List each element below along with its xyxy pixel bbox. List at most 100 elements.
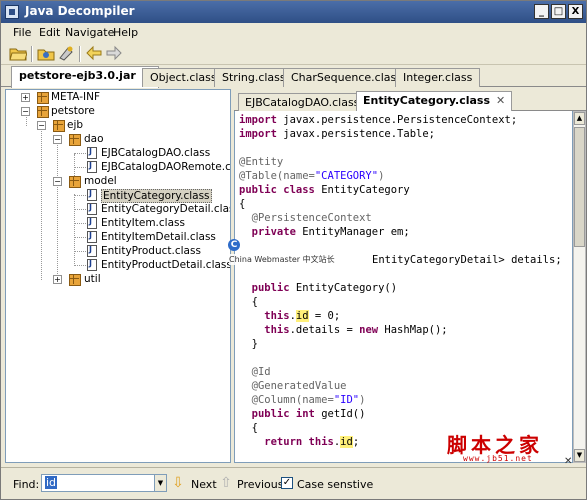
tab-string-class[interactable]: String.class — [214, 68, 294, 87]
code-line: public int getId() — [239, 408, 366, 420]
tree-connector — [41, 126, 42, 280]
code-line: EntityCategoryDetail> details; — [372, 254, 562, 266]
tree-node-label: EntityProduct.class — [101, 245, 201, 257]
tree-connector — [74, 223, 86, 224]
menu-navigate[interactable]: Navigate — [65, 26, 114, 39]
back-icon[interactable] — [85, 45, 105, 63]
code-line: { — [239, 198, 246, 210]
findbar-close-icon[interactable]: ✕ — [564, 456, 572, 467]
close-icon[interactable]: ✕ — [496, 94, 505, 107]
code-line: import javax.persistence.PersistenceCont… — [239, 114, 518, 126]
tab-label: Object.class — [150, 71, 217, 84]
collapse-icon[interactable]: − — [37, 121, 46, 130]
collapse-icon[interactable]: − — [21, 107, 30, 116]
find-input[interactable]: id — [41, 474, 167, 492]
tab-ejbcatalogdao-class[interactable]: EJBCatalogDAO.class — [238, 93, 367, 111]
find-next-button[interactable]: Next — [191, 478, 217, 491]
tab-object-class[interactable]: Object.class — [142, 68, 225, 87]
tree-node-label: META-INF — [51, 91, 101, 103]
tree-connector — [74, 167, 86, 168]
class-file-icon — [87, 203, 97, 215]
tree-connector — [74, 209, 86, 210]
code-line: this.id = 0; — [239, 310, 341, 322]
menu-edit[interactable]: Edit — [39, 26, 60, 39]
find-previous-button[interactable]: Previous — [237, 478, 284, 491]
open-reference-icon[interactable] — [57, 45, 77, 63]
code-line: @Id — [239, 366, 271, 378]
tab-label: petstore-ejb3.0.jar — [19, 69, 136, 82]
tree-node-label: util — [84, 273, 101, 285]
class-file-icon — [87, 231, 97, 243]
open-file-icon[interactable] — [9, 45, 29, 63]
class-file-icon — [87, 147, 97, 159]
next-arrow-icon[interactable]: ⇩ — [171, 475, 185, 491]
application-window: Java Decompiler _ □ X File Edit Navigate… — [0, 0, 587, 500]
menu-help[interactable]: Help — [113, 26, 138, 39]
code-line: return this.id; — [239, 436, 360, 448]
collapse-icon[interactable]: − — [53, 135, 62, 144]
app-logo-icon — [5, 5, 19, 19]
find-input-value: id — [45, 476, 58, 489]
code-line: this.details = new HashMap(); — [239, 324, 448, 336]
code-line: } — [239, 338, 258, 350]
scroll-up-icon[interactable]: ▲ — [574, 112, 585, 125]
tree-connector — [74, 251, 86, 252]
tree-connector — [74, 194, 75, 264]
menu-file[interactable]: File — [13, 26, 31, 39]
expand-icon[interactable]: + — [53, 275, 62, 284]
source-code-view[interactable]: import javax.persistence.PersistenceCont… — [234, 111, 573, 463]
site-watermark-url: www.jb51.net — [463, 454, 533, 463]
package-icon — [36, 105, 49, 118]
editor-scrollbar[interactable]: ▲ ▼ — [573, 111, 586, 463]
watermark-overlay: China Webmaster 中文站长 — [229, 254, 335, 265]
tab-label: EntityCategory.class — [363, 94, 491, 107]
tree-node-label: EntityItem.class — [101, 217, 185, 229]
tab-entitycategory-class[interactable]: EntityCategory.class ✕ — [356, 91, 513, 112]
class-file-icon — [87, 217, 97, 229]
code-line: @Table(name="CATEGORY") — [239, 170, 385, 182]
code-line: import javax.persistence.Table; — [239, 128, 435, 140]
tab-label: EJBCatalogDAO.class — [245, 96, 360, 109]
case-sensitive-checkbox[interactable]: ✓ — [281, 477, 293, 489]
code-line: { — [239, 296, 258, 308]
previous-arrow-icon[interactable]: ⇧ — [219, 475, 233, 491]
scrollbar-thumb[interactable] — [574, 127, 585, 247]
code-line: private EntityManager em; — [239, 226, 410, 238]
tree-connector — [74, 265, 86, 266]
find-label: Find: — [13, 478, 40, 491]
tree-connector — [74, 237, 86, 238]
tree-node-label: model — [84, 175, 117, 187]
class-tab-bar: EJBCatalogDAO.class EntityCategory.class… — [234, 91, 586, 112]
toolbar — [1, 43, 586, 65]
tree-node-label: EntityCategory.class — [101, 189, 212, 203]
forward-icon[interactable] — [105, 45, 125, 63]
code-line: @Column(name="ID") — [239, 394, 366, 406]
package-icon — [52, 119, 65, 132]
scroll-down-icon[interactable]: ▼ — [574, 449, 585, 462]
tree-node-label: EJBCatalogDAO.class — [101, 147, 211, 159]
code-line: { — [239, 422, 258, 434]
maximize-button[interactable]: □ — [551, 4, 566, 19]
watermark-logo: C — [228, 239, 240, 251]
archive-tab-bar: petstore-ejb3.0.jar✕ Object.class String… — [1, 66, 586, 88]
menu-bar: File Edit Navigate Help — [1, 23, 586, 43]
collapse-icon[interactable]: − — [53, 177, 62, 186]
tab-petstore-jar[interactable]: petstore-ejb3.0.jar✕ — [11, 66, 160, 88]
class-file-icon — [87, 259, 97, 271]
minimize-button[interactable]: _ — [534, 4, 549, 19]
tab-label: Integer.class — [403, 71, 473, 84]
open-type-icon[interactable] — [37, 45, 57, 63]
tree-node-label: EJBCatalogDAORemote.class — [101, 161, 231, 173]
tree-node-label: ejb — [67, 119, 84, 131]
chevron-down-icon[interactable]: ▼ — [154, 475, 166, 491]
package-icon — [68, 175, 81, 188]
package-icon — [68, 273, 81, 286]
case-sensitive-label: Case senstive — [297, 478, 374, 491]
tree-connector — [74, 153, 86, 154]
package-icon — [68, 133, 81, 146]
close-button[interactable]: X — [568, 4, 583, 19]
tab-charsequence-class[interactable]: CharSequence.class — [283, 68, 410, 87]
expand-icon[interactable]: + — [21, 93, 30, 102]
code-line: public EntityCategory() — [239, 282, 398, 294]
tab-integer-class[interactable]: Integer.class — [395, 68, 481, 87]
